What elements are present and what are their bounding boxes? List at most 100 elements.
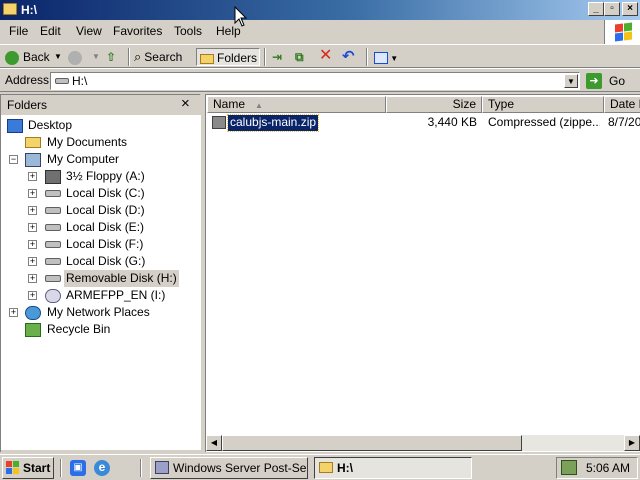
- folder-icon: [25, 137, 41, 148]
- task-label: Windows Server Post-Se...: [173, 461, 308, 475]
- search-button[interactable]: ⌕ Search: [134, 48, 182, 66]
- restore-button[interactable]: ▫: [604, 2, 620, 16]
- tree-item[interactable]: + Local Disk (E:): [1, 219, 201, 236]
- drive-icon: [45, 258, 61, 265]
- column-header-size[interactable]: Size: [386, 96, 482, 113]
- forward-button[interactable]: [68, 48, 86, 66]
- scroll-left-icon[interactable]: ◀: [206, 435, 222, 451]
- back-dropdown-icon[interactable]: ▼: [54, 48, 62, 66]
- folders-label: Folders: [217, 51, 258, 65]
- zip-file-icon: [212, 116, 226, 129]
- delete-icon[interactable]: ✕: [319, 47, 332, 65]
- folders-pane-close-icon[interactable]: ×: [181, 95, 190, 112]
- go-arrow-icon[interactable]: ➜: [586, 73, 602, 89]
- system-tray: 5:06 AM: [556, 457, 638, 479]
- task-windows-server-post-setup[interactable]: Windows Server Post-Se...: [150, 457, 308, 479]
- drive-icon: [45, 190, 61, 197]
- start-label: Start: [23, 461, 51, 475]
- back-label: Back: [23, 50, 50, 64]
- back-button[interactable]: Back: [5, 48, 50, 66]
- column-header-name[interactable]: Name ▲: [207, 96, 386, 113]
- tree-item[interactable]: + ARMEFPP_EN (I:): [1, 287, 201, 304]
- clock[interactable]: 5:06 AM: [586, 461, 630, 475]
- minimize-button[interactable]: _: [588, 2, 604, 16]
- network-tray-icon[interactable]: [561, 460, 577, 475]
- close-button[interactable]: ×: [622, 2, 638, 16]
- menu-favorites[interactable]: Favorites: [113, 24, 162, 38]
- tree-item-label: Local Disk (G:): [66, 254, 146, 268]
- tree-item-label: Recycle Bin: [47, 322, 111, 336]
- search-label: Search: [144, 50, 183, 64]
- tree-item-label: ARMEFPP_EN (I:): [66, 288, 166, 302]
- folders-button[interactable]: Folders: [196, 48, 260, 66]
- folders-pane: Folders × Desktop My Documents − My Compute…: [0, 94, 201, 453]
- address-label: Address: [5, 73, 50, 87]
- column-header-date[interactable]: Date M: [604, 96, 640, 113]
- expand-icon[interactable]: +: [9, 308, 18, 317]
- column-header-type[interactable]: Type: [482, 96, 604, 113]
- menu-view[interactable]: View: [76, 24, 102, 38]
- forward-dropdown-icon[interactable]: ▼: [92, 48, 100, 66]
- internet-explorer-icon[interactable]: e: [94, 460, 110, 476]
- tree-item[interactable]: Recycle Bin: [1, 321, 201, 338]
- title-bar[interactable]: H:\ _ ▫ ×: [0, 0, 640, 20]
- tree-item-label: Local Disk (D:): [66, 203, 145, 217]
- address-dropdown-icon[interactable]: ▼: [564, 74, 578, 88]
- file-date: 8/7/20: [608, 115, 640, 129]
- move-to-icon[interactable]: ⇥: [272, 48, 282, 66]
- recycle-icon: [25, 323, 41, 337]
- tree-item[interactable]: +3½ Floppy (A:): [1, 168, 201, 185]
- taskbar: Start ▣ e Windows Server Post-Se... H:\ …: [0, 454, 640, 480]
- tree-item[interactable]: My Documents: [1, 134, 201, 151]
- up-folder-icon[interactable]: ⇧: [106, 48, 116, 66]
- undo-icon[interactable]: ↶: [342, 48, 355, 66]
- file-name[interactable]: calubjs-main.zip: [226, 114, 320, 132]
- tree-item[interactable]: + Local Disk (C:): [1, 185, 201, 202]
- tree-item-label: Local Disk (F:): [66, 237, 144, 251]
- expand-icon[interactable]: +: [28, 274, 37, 283]
- tree-item-label: My Computer: [47, 152, 120, 166]
- tree-item[interactable]: + Local Disk (G:): [1, 253, 201, 270]
- expand-icon[interactable]: +: [28, 257, 37, 266]
- search-icon: ⌕: [134, 49, 142, 64]
- toolbar-separator: [264, 48, 266, 66]
- file-type: Compressed (zippe...: [488, 115, 600, 129]
- menu-tools[interactable]: Tools: [174, 24, 202, 38]
- folder-icon: [319, 462, 333, 473]
- expand-icon[interactable]: +: [28, 240, 37, 249]
- expand-icon[interactable]: +: [28, 172, 37, 181]
- expand-icon[interactable]: +: [28, 206, 37, 215]
- tree-item[interactable]: + Local Disk (D:): [1, 202, 201, 219]
- pane-bottom-edge: [1, 450, 201, 453]
- collapse-icon[interactable]: −: [9, 155, 18, 164]
- show-desktop-icon[interactable]: ▣: [70, 460, 86, 476]
- scroll-thumb[interactable]: [222, 435, 522, 451]
- tree-item[interactable]: − My Computer: [1, 151, 201, 168]
- menu-file[interactable]: File: [9, 24, 28, 38]
- copy-to-icon[interactable]: ⧉: [295, 48, 304, 66]
- file-size: 3,440 KB: [427, 115, 477, 129]
- network-icon: [25, 306, 41, 320]
- tree-item[interactable]: Desktop: [1, 117, 201, 134]
- expand-icon[interactable]: +: [28, 291, 37, 300]
- views-dropdown-icon: ▼: [388, 54, 399, 63]
- start-button[interactable]: Start: [2, 457, 54, 479]
- horizontal-scrollbar[interactable]: ◀ ▶: [206, 435, 640, 451]
- views-button[interactable]: ▼: [374, 48, 398, 66]
- menu-help[interactable]: Help: [216, 24, 241, 38]
- sort-ascending-icon: ▲: [255, 101, 263, 110]
- task-explorer-h[interactable]: H:\: [314, 457, 472, 479]
- tree-item[interactable]: + Local Disk (F:): [1, 236, 201, 253]
- go-button[interactable]: Go: [609, 74, 625, 88]
- scroll-right-icon[interactable]: ▶: [624, 435, 640, 451]
- expand-icon[interactable]: +: [28, 189, 37, 198]
- drive-icon: [45, 207, 61, 214]
- menu-bar: File Edit View Favorites Tools Help: [0, 20, 604, 42]
- computer-icon: [25, 153, 41, 167]
- expand-icon[interactable]: +: [28, 223, 37, 232]
- tree-item[interactable]: + My Network Places: [1, 304, 201, 321]
- address-input[interactable]: H:\ ▼: [50, 72, 580, 90]
- menu-edit[interactable]: Edit: [40, 24, 61, 38]
- tree-item[interactable]: + Removable Disk (H:): [1, 270, 201, 287]
- taskbar-separator: [140, 459, 142, 477]
